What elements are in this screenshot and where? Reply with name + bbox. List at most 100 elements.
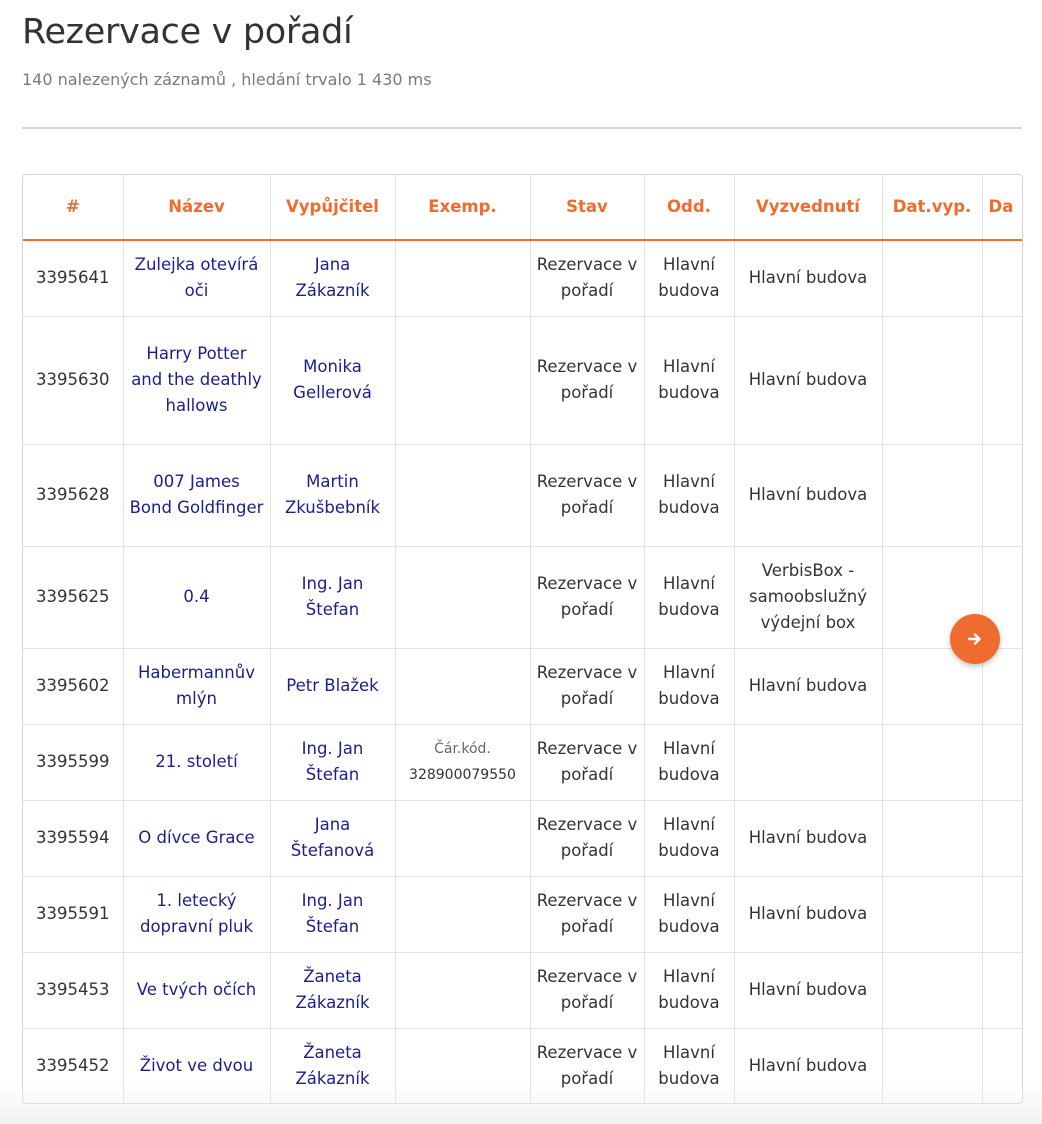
borrower-link[interactable]: Martin Zkušbebník: [270, 444, 396, 547]
copy-cell: [395, 648, 531, 725]
title-link[interactable]: 1. letecký dopravní pluk: [123, 876, 271, 953]
copy-cell: [395, 240, 531, 317]
department-cell: Hlavní budova: [644, 724, 735, 801]
title-link[interactable]: 0.4: [123, 546, 271, 649]
pickup-cell: Hlavní budova: [734, 444, 883, 547]
status-cell: Rezervace v pořadí: [530, 1028, 645, 1103]
borrower-link[interactable]: Ing. Jan Štefan: [270, 546, 396, 649]
truncated-cell: [982, 1028, 1022, 1103]
loan-date-cell: [882, 444, 983, 547]
department-cell: Hlavní budova: [644, 952, 735, 1029]
title-link[interactable]: 007 James Bond Goldfinger: [123, 444, 271, 547]
truncated-cell: [982, 316, 1022, 445]
table-row[interactable]: 3395628 007 James Bond Goldfinger Martin Z…: [23, 444, 1022, 547]
borrower-link[interactable]: Jana Štefanová: [270, 800, 396, 877]
pickup-cell: Hlavní budova: [734, 316, 883, 445]
column-header-id[interactable]: #: [23, 175, 124, 241]
table-row[interactable]: 3395599 21. století Ing. Jan Štefan Čár.kód…: [23, 724, 1022, 801]
copy-cell: [395, 1028, 531, 1103]
status-cell: Rezervace v pořadí: [530, 952, 645, 1029]
reservation-id: 3395591: [23, 876, 124, 953]
page-title: Rezervace v pořadí: [22, 12, 353, 52]
borrower-link[interactable]: Petr Blažek: [270, 648, 396, 725]
borrower-link[interactable]: Žaneta Zákazník: [270, 952, 396, 1029]
column-header-copy[interactable]: Exemp.: [395, 175, 531, 241]
status-cell: Rezervace v pořadí: [530, 546, 645, 649]
status-cell: Rezervace v pořadí: [530, 876, 645, 953]
loan-date-cell: [882, 240, 983, 317]
loan-date-cell: [882, 952, 983, 1029]
reservations-table: # Název Vypůjčitel Exemp. Stav Odd. Vyzv…: [23, 175, 1022, 1103]
pickup-cell: [734, 724, 883, 801]
pickup-cell: Hlavní budova: [734, 1028, 883, 1103]
reservation-id: 3395602: [23, 648, 124, 725]
table-row[interactable]: 3395630 Harry Potter and the deathly hall…: [23, 316, 1022, 445]
table-row[interactable]: 3395602 Habermannův mlýn Petr Blažek Rezerv…: [23, 648, 1022, 725]
loan-date-cell: [882, 876, 983, 953]
table-row[interactable]: 3395453 Ve tvých očích Žaneta Zákazník Reze…: [23, 952, 1022, 1029]
title-link[interactable]: Život ve dvou: [123, 1028, 271, 1103]
copy-cell: [395, 800, 531, 877]
title-link[interactable]: Harry Potter and the deathly hallows: [123, 316, 271, 445]
column-header-department[interactable]: Odd.: [644, 175, 735, 241]
status-cell: Rezervace v pořadí: [530, 800, 645, 877]
department-cell: Hlavní budova: [644, 1028, 735, 1103]
pickup-cell: Hlavní budova: [734, 648, 883, 725]
loan-date-cell: [882, 724, 983, 801]
borrower-link[interactable]: Jana Zákazník: [270, 240, 396, 317]
scroll-right-button[interactable]: [950, 614, 1000, 664]
department-cell: Hlavní budova: [644, 546, 735, 649]
arrow-right-icon: [967, 633, 981, 645]
copy-cell: [395, 444, 531, 547]
reservation-id: 3395641: [23, 240, 124, 317]
title-link[interactable]: Ve tvých očích: [123, 952, 271, 1029]
reservation-id: 3395630: [23, 316, 124, 445]
table-row[interactable]: 3395641 Zulejka otevírá oči Jana Zákazník R…: [23, 240, 1022, 317]
title-link[interactable]: O dívce Grace: [123, 800, 271, 877]
column-header-borrower[interactable]: Vypůjčitel: [270, 175, 396, 241]
barcode-label: Čár.kód.: [434, 741, 491, 757]
department-cell: Hlavní budova: [644, 876, 735, 953]
pickup-cell: Hlavní budova: [734, 952, 883, 1029]
title-link[interactable]: Habermannův mlýn: [123, 648, 271, 725]
results-summary: 140 nalezených záznamů , hledání trvalo …: [22, 70, 432, 89]
column-header-status[interactable]: Stav: [530, 175, 645, 241]
copy-cell: [395, 952, 531, 1029]
column-header-title[interactable]: Název: [123, 175, 271, 241]
title-link[interactable]: Zulejka otevírá oči: [123, 240, 271, 317]
table-row[interactable]: 3395625 0.4 Ing. Jan Štefan Rezervace v poř…: [23, 546, 1022, 649]
pickup-cell: VerbisBox - samoobslužný výdejní box: [734, 546, 883, 649]
column-header-pickup[interactable]: Vyzvednutí: [734, 175, 883, 241]
department-cell: Hlavní budova: [644, 240, 735, 317]
department-cell: Hlavní budova: [644, 648, 735, 725]
reservation-id: 3395625: [23, 546, 124, 649]
department-cell: Hlavní budova: [644, 444, 735, 547]
department-cell: Hlavní budova: [644, 800, 735, 877]
status-cell: Rezervace v pořadí: [530, 724, 645, 801]
reservations-table-panel[interactable]: # Název Vypůjčitel Exemp. Stav Odd. Vyzv…: [22, 174, 1023, 1104]
truncated-cell: [982, 800, 1022, 877]
borrower-link[interactable]: Žaneta Zákazník: [270, 1028, 396, 1103]
truncated-cell: [982, 876, 1022, 953]
truncated-cell: [982, 724, 1022, 801]
table-row[interactable]: 3395452 Život ve dvou Žaneta Zákazník Rezer…: [23, 1028, 1022, 1103]
divider: [22, 127, 1022, 129]
pickup-cell: Hlavní budova: [734, 800, 883, 877]
table-row[interactable]: 3395594 O dívce Grace Jana Štefanová Rezerv…: [23, 800, 1022, 877]
borrower-link[interactable]: Ing. Jan Štefan: [270, 876, 396, 953]
copy-cell: [395, 316, 531, 445]
borrower-link[interactable]: Monika Gellerová: [270, 316, 396, 445]
status-cell: Rezervace v pořadí: [530, 240, 645, 317]
table-row[interactable]: 3395591 1. letecký dopravní pluk Ing. Jan …: [23, 876, 1022, 953]
status-cell: Rezervace v pořadí: [530, 316, 645, 445]
reservation-id: 3395628: [23, 444, 124, 547]
title-link[interactable]: 21. století: [123, 724, 271, 801]
pickup-cell: Hlavní budova: [734, 240, 883, 317]
borrower-link[interactable]: Ing. Jan Štefan: [270, 724, 396, 801]
pickup-cell: Hlavní budova: [734, 876, 883, 953]
column-header-truncated[interactable]: Da: [982, 175, 1022, 241]
copy-cell: [395, 546, 531, 649]
status-cell: Rezervace v pořadí: [530, 648, 645, 725]
column-header-loan-date[interactable]: Dat.vyp.: [882, 175, 983, 241]
barcode-value: 328900079550: [409, 767, 516, 783]
